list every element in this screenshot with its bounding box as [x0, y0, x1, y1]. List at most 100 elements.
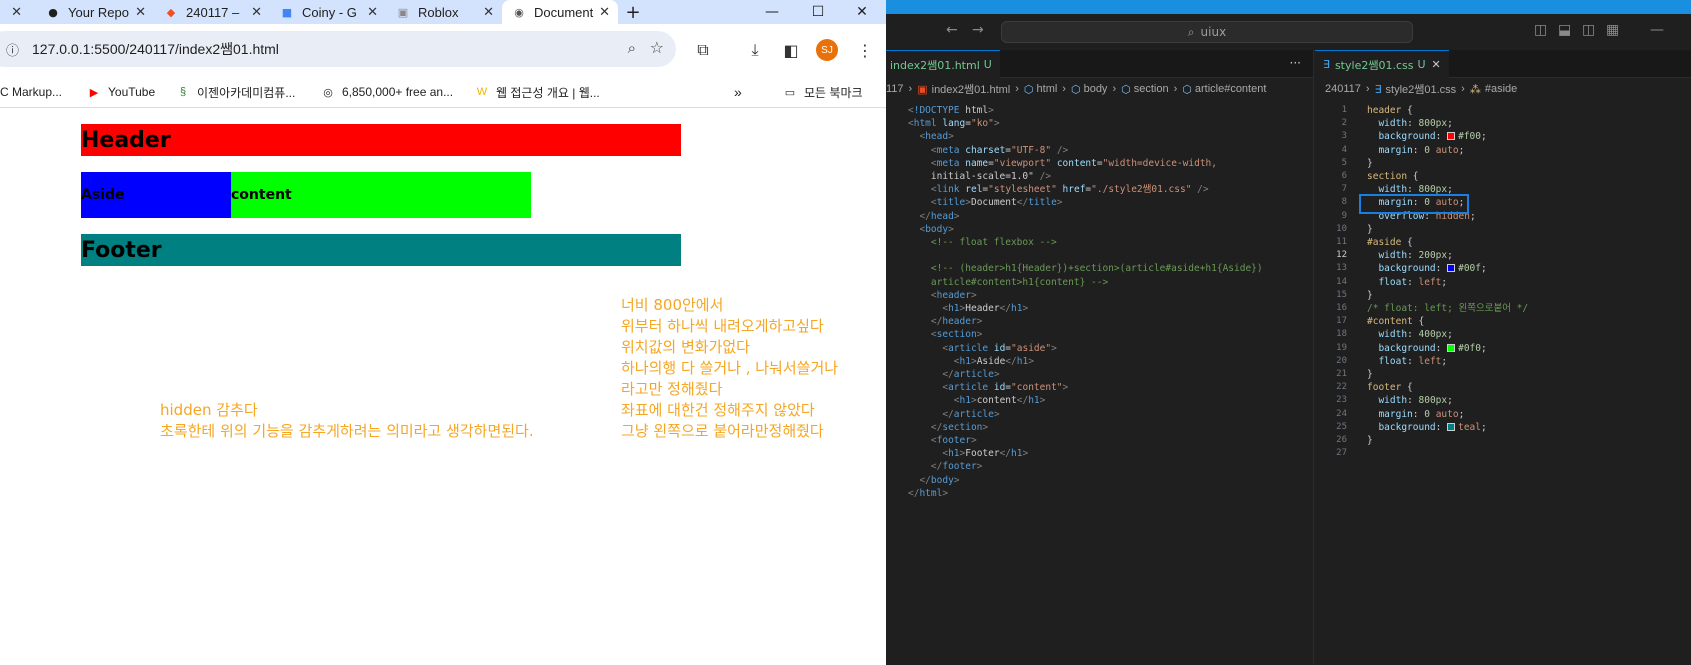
code-line[interactable]: <h1>Footer</h1> — [908, 447, 1028, 460]
code-line[interactable]: <!DOCTYPE html> — [908, 104, 994, 117]
avatar[interactable]: SJ — [816, 39, 838, 61]
more-actions-icon[interactable]: ··· — [1290, 56, 1301, 70]
close-window-button[interactable]: ✕ — [842, 0, 882, 24]
code-line[interactable]: background: #00f; — [1367, 262, 1486, 275]
code-line[interactable]: /* float: left; 왼쪽으로붙어 */ — [1367, 302, 1528, 315]
code-line[interactable]: </article> — [908, 408, 999, 421]
chevron-more-icon[interactable]: » — [734, 82, 742, 102]
code-line[interactable]: <section> — [908, 328, 983, 341]
code-line[interactable]: </section> — [908, 421, 988, 434]
code-line[interactable]: </header> — [908, 315, 983, 328]
code-line[interactable]: background: #f00; — [1367, 130, 1486, 143]
code-line[interactable]: } — [1367, 368, 1373, 381]
layout-split-icon[interactable]: ◫ — [1582, 22, 1595, 38]
menu-icon[interactable]: ⋮ — [852, 37, 878, 63]
code-line[interactable]: } — [1367, 434, 1373, 447]
breadcrumb-item[interactable]: style2쌤01.css — [1386, 81, 1457, 97]
code-line[interactable]: </body> — [908, 474, 959, 487]
bookmark-item[interactable]: W 웹 접근성 개요 | 웹... — [474, 82, 600, 102]
download-icon[interactable]: ⤓ — [742, 37, 768, 63]
code-line[interactable]: } — [1367, 157, 1373, 170]
close-icon[interactable]: ✕ — [11, 5, 22, 20]
tab-partial[interactable]: ✕ — [0, 0, 36, 24]
close-icon[interactable]: ✕ — [251, 5, 262, 20]
breadcrumb-item[interactable]: section — [1134, 83, 1169, 95]
layout-sidebar-icon[interactable]: ◫ — [1534, 22, 1547, 38]
close-icon[interactable]: ✕ — [483, 5, 494, 20]
code-line[interactable]: <body> — [908, 223, 953, 236]
bookmark-item[interactable]: ◎ 6,850,000+ free an... — [320, 82, 453, 102]
code-line[interactable]: article#content>h1{content} --> — [908, 276, 1108, 289]
code-line[interactable]: float: left; — [1367, 355, 1447, 368]
code-line[interactable]: background: teal; — [1367, 421, 1486, 434]
code-line[interactable]: width: 200px; — [1367, 249, 1452, 262]
code-line[interactable]: <!-- float flexbox --> — [908, 236, 1057, 249]
code-line[interactable]: <h1>Header</h1> — [908, 302, 1028, 315]
code-line[interactable]: <article id="content"> — [908, 381, 1068, 394]
code-line[interactable]: </article> — [908, 368, 999, 381]
site-info-icon[interactable]: ⓘ — [6, 40, 26, 59]
maximize-button[interactable]: ☐ — [798, 0, 838, 24]
bookmark-item[interactable]: C Markup... — [0, 82, 62, 102]
star-icon[interactable]: ☆ — [650, 38, 664, 57]
code-line[interactable]: footer { — [1367, 381, 1413, 394]
tab-document[interactable]: ◉ Document ✕ — [502, 0, 618, 24]
code-line[interactable]: initial-scale=1.0" /> — [908, 170, 1051, 183]
customize-layout-icon[interactable]: ▦ — [1606, 22, 1619, 38]
code-line[interactable]: } — [1367, 289, 1373, 302]
tab-coiny[interactable]: ■ Coiny - G ✕ — [270, 0, 386, 24]
forward-arrow-icon[interactable]: → — [972, 22, 984, 38]
close-icon[interactable]: ✕ — [599, 5, 610, 20]
breadcrumb-item[interactable]: 240117 — [1325, 83, 1361, 95]
code-line[interactable]: width: 800px; — [1367, 117, 1452, 130]
close-icon[interactable]: ✕ — [1432, 58, 1441, 71]
code-line[interactable]: <h1>content</h1> — [908, 394, 1046, 407]
tab-css-file[interactable]: ∃ style2쌤01.css U ✕ — [1315, 50, 1449, 78]
tab-html-file[interactable]: index2쌤01.html U — [886, 50, 1000, 78]
command-center-search[interactable]: ⌕ uiux — [1001, 21, 1413, 43]
code-line[interactable]: <header> — [908, 289, 977, 302]
side-panel-icon[interactable]: ◧ — [778, 37, 804, 63]
code-line[interactable]: <title>Document</title> — [908, 196, 1063, 209]
code-line[interactable]: margin: 0 auto; — [1367, 408, 1464, 421]
code-line[interactable]: <meta name="viewport" content="width=dev… — [908, 157, 1217, 170]
code-line[interactable]: } — [1367, 223, 1373, 236]
minimize-button[interactable]: — — [752, 0, 792, 24]
code-line[interactable]: #content { — [1367, 315, 1424, 328]
code-line[interactable]: </head> — [908, 210, 959, 223]
code-line[interactable]: <html lang="ko"> — [908, 117, 1000, 130]
minimize-icon[interactable]: — — [1650, 22, 1664, 38]
close-icon[interactable]: ✕ — [135, 5, 146, 20]
code-line[interactable]: </footer> — [908, 460, 983, 473]
zoom-icon[interactable]: ⌕ — [628, 39, 636, 57]
breadcrumb-item[interactable]: body — [1084, 83, 1108, 95]
breadcrumb-item[interactable]: 117 — [886, 83, 904, 95]
code-line[interactable]: float: left; — [1367, 276, 1447, 289]
code-line[interactable]: <!-- (header>h1{Header})+section>(articl… — [908, 262, 1263, 275]
back-arrow-icon[interactable]: ← — [946, 22, 958, 38]
bookmark-item[interactable]: ▶ YouTube — [86, 82, 155, 102]
tab-github[interactable]: ● Your Repo ✕ — [36, 0, 154, 24]
code-line[interactable]: width: 800px; — [1367, 394, 1452, 407]
new-tab-button[interactable]: + — [618, 0, 648, 24]
code-line[interactable]: #aside { — [1367, 236, 1413, 249]
code-line[interactable]: margin: 0 auto; — [1367, 144, 1464, 157]
code-line[interactable]: width: 400px; — [1367, 328, 1452, 341]
code-line[interactable]: <h1>Aside</h1> — [908, 355, 1034, 368]
all-bookmarks[interactable]: ▭ 모든 북마크 — [782, 82, 863, 102]
code-line[interactable]: section { — [1367, 170, 1419, 183]
tab-roblox[interactable]: ▣ Roblox ✕ — [386, 0, 502, 24]
address-bar[interactable]: ⓘ 127.0.0.1:5500/240117/index2쌤01.html ⌕… — [0, 31, 676, 67]
code-line[interactable]: </html> — [908, 487, 948, 500]
code-line[interactable]: <link rel="stylesheet" href="./style2쌤01… — [908, 183, 1209, 196]
extensions-icon[interactable]: ⧉ — [690, 37, 716, 63]
code-line[interactable]: <head> — [908, 130, 953, 143]
bookmark-item[interactable]: § 이젠아카데미컴퓨... — [175, 82, 295, 102]
close-icon[interactable]: ✕ — [367, 5, 378, 20]
layout-panel-icon[interactable]: ⬓ — [1558, 22, 1571, 38]
code-line[interactable]: <meta charset="UTF-8" /> — [908, 144, 1068, 157]
breadcrumb-item[interactable]: #aside — [1485, 83, 1517, 95]
tab-figma[interactable]: ◆ 240117 – ✕ — [154, 0, 270, 24]
code-line[interactable]: <footer> — [908, 434, 977, 447]
code-line[interactable]: <article id="aside"> — [908, 342, 1056, 355]
